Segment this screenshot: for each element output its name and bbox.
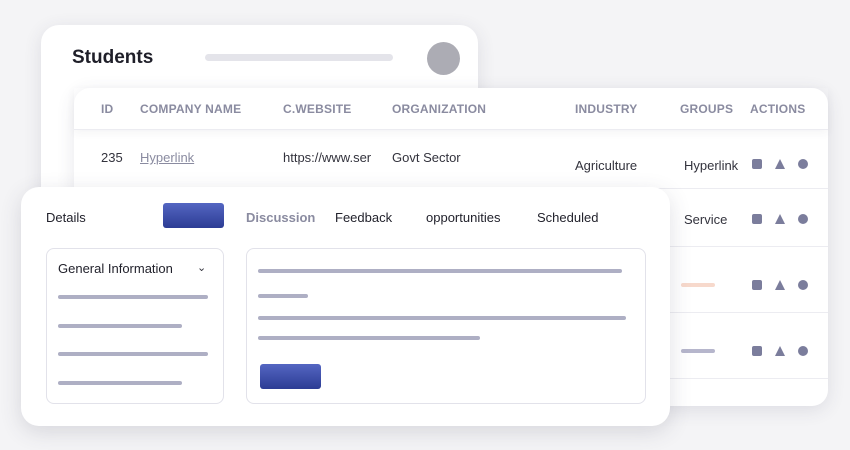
search-bar-placeholder[interactable]	[205, 54, 393, 61]
square-icon[interactable]	[752, 346, 762, 356]
triangle-icon[interactable]	[775, 280, 785, 290]
text-placeholder-line	[258, 316, 626, 320]
triangle-icon[interactable]	[775, 214, 785, 224]
cell-website: https://www.ser	[283, 150, 372, 165]
details-card: Details Discussion Feedback opportunitie…	[21, 187, 670, 426]
column-header-industry[interactable]: INDUSTRY	[575, 102, 638, 116]
cell-id: 235	[101, 150, 123, 165]
tab-details[interactable]: Details	[46, 210, 86, 225]
column-header-organization[interactable]: ORGANIZATION	[392, 102, 486, 116]
chevron-down-icon[interactable]: ⌄	[197, 261, 206, 274]
square-icon[interactable]	[752, 214, 762, 224]
cell-group: Service	[684, 212, 728, 227]
column-header-actions: ACTIONS	[750, 102, 806, 116]
text-placeholder-line	[258, 269, 622, 273]
circle-icon[interactable]	[798, 280, 808, 290]
circle-icon[interactable]	[798, 346, 808, 356]
cell-group: Hyperlink	[684, 158, 739, 173]
triangle-icon[interactable]	[775, 346, 785, 356]
primary-tab-button[interactable]	[163, 203, 224, 228]
tab-scheduled[interactable]: Scheduled	[537, 210, 598, 225]
text-placeholder-line	[58, 295, 208, 299]
text-placeholder-line	[58, 324, 182, 328]
general-information-dropdown[interactable]: General Information	[58, 261, 173, 276]
column-header-company-name[interactable]: COMPANY NAME	[140, 102, 241, 116]
table-row[interactable]: 235 Hyperlink https://www.ser Govt Secto…	[74, 130, 828, 189]
tab-feedback[interactable]: Feedback	[335, 210, 392, 225]
company-link[interactable]: Hyperlink	[140, 150, 194, 165]
cell-industry: Agriculture	[575, 158, 638, 173]
group-pill-placeholder	[681, 283, 715, 287]
text-placeholder-line	[58, 381, 182, 385]
circle-icon[interactable]	[798, 159, 808, 169]
table-header: ID COMPANY NAME C.WEBSITE ORGANIZATION I…	[74, 88, 828, 130]
text-placeholder-line	[58, 352, 208, 356]
tab-discussion[interactable]: Discussion	[246, 210, 315, 225]
square-icon[interactable]	[752, 159, 762, 169]
content-panel	[246, 248, 646, 404]
avatar[interactable]	[427, 42, 460, 75]
cell-organization: Govt Sector	[392, 150, 461, 165]
triangle-icon[interactable]	[775, 159, 785, 169]
column-header-id[interactable]: ID	[101, 102, 113, 116]
tab-opportunities[interactable]: opportunities	[426, 210, 500, 225]
column-header-groups[interactable]: GROUPS	[680, 102, 733, 116]
general-information-panel: General Information ⌄	[46, 248, 224, 404]
text-placeholder-line	[258, 336, 480, 340]
submit-button[interactable]	[260, 364, 321, 389]
page-title: Students	[72, 47, 154, 68]
text-placeholder-line	[258, 294, 308, 298]
square-icon[interactable]	[752, 280, 762, 290]
column-header-website[interactable]: C.WEBSITE	[283, 102, 351, 116]
circle-icon[interactable]	[798, 214, 808, 224]
group-pill-placeholder	[681, 349, 715, 353]
